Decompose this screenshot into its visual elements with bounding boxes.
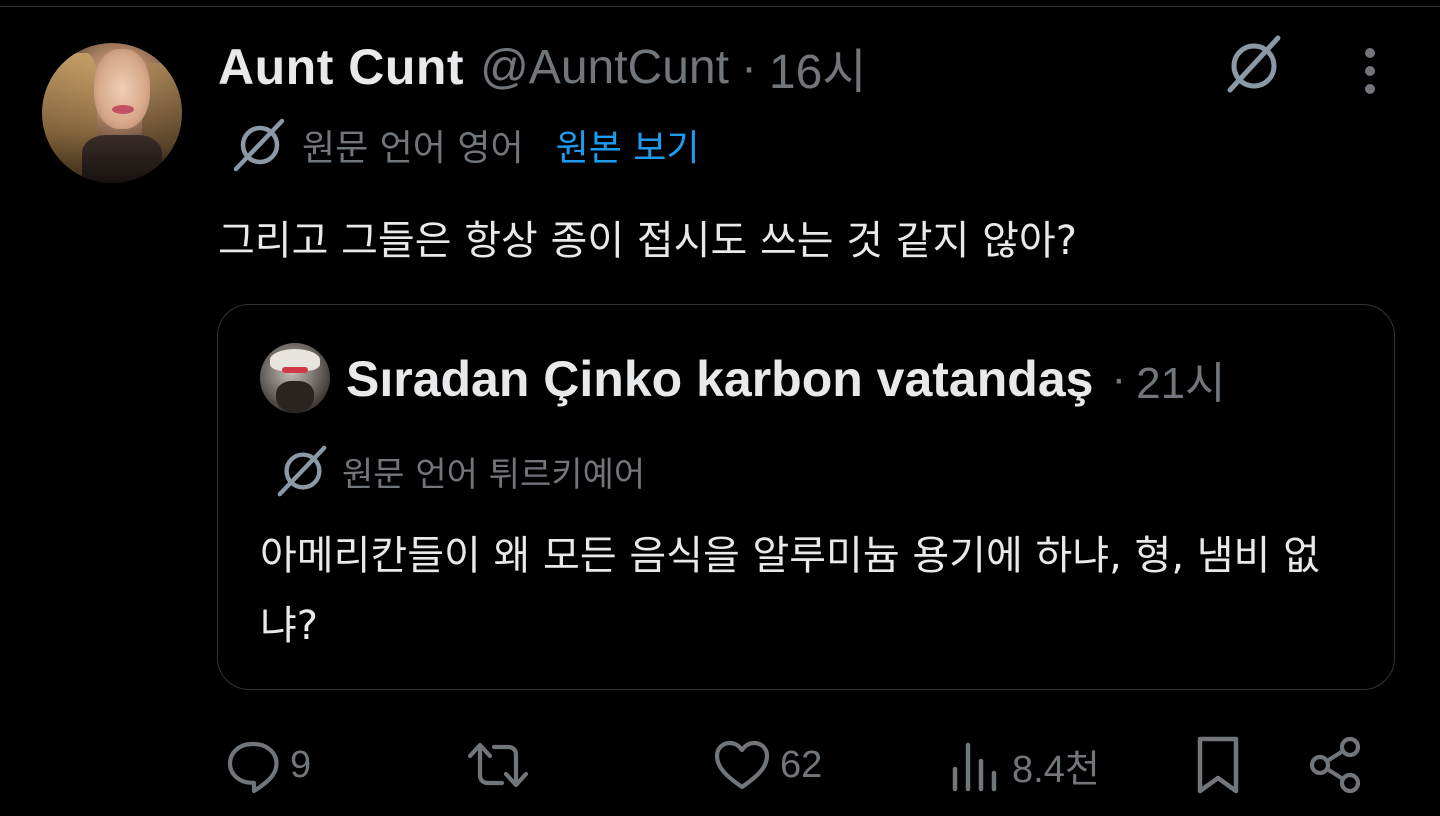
bookmark-button[interactable] [1192,730,1244,800]
views-button[interactable]: 8.4천 [948,730,1100,800]
show-original-link[interactable]: 원본 보기 [556,119,700,171]
translation-info: 원문 언어 영어 원본 보기 [230,116,700,174]
reply-count: 9 [290,743,312,786]
separator-dot: · [1111,354,1127,403]
tweet-timestamp[interactable]: 16시 [769,32,867,102]
quoted-author-avatar[interactable] [260,343,330,413]
reply-icon [227,741,279,794]
like-button[interactable]: 62 [712,730,822,800]
translate-icon [233,118,285,172]
translate-icon [1227,35,1281,93]
top-divider [0,6,1440,7]
tweet-text: 그리고 그들은 항상 종이 접시도 쓰는 것 같지 않아? [218,218,1077,264]
author-display-name[interactable]: Aunt Cunt [218,38,464,96]
retweet-icon [467,742,529,788]
reply-button[interactable]: 9 [222,730,311,800]
more-icon [1365,48,1375,94]
share-button[interactable] [1306,730,1366,800]
more-options-button[interactable] [1346,46,1394,98]
source-language-label: 원문 언어 영어 [302,128,524,169]
views-count: 8.4천 [1012,748,1100,791]
translate-button[interactable] [1222,34,1286,94]
tweet-action-bar: 9 62 8.4천 [0,730,1440,800]
share-icon [1309,736,1361,794]
quoted-author-display-name[interactable]: Sıradan Çinko karbon vatandaş [346,350,1093,408]
like-count: 62 [780,743,823,786]
quoted-tweet-timestamp[interactable]: 21시 [1136,347,1225,411]
quoted-tweet-header: Sıradan Çinko karbon vatandaş · 21시 [346,349,1226,409]
views-icon [952,742,997,792]
quoted-translation-info: 원문 언어 튀르키예어 [274,443,645,499]
heart-icon [714,740,770,790]
tweet-header: Aunt Cunt @AuntCunt · 16시 [218,36,866,99]
quoted-tweet-text: 아메리칸들이 왜 모든 음식을 알루미늄 용기에 하냐, 형, 냄비 없냐? [260,533,1320,649]
author-handle[interactable]: @AuntCunt [480,40,729,95]
retweet-button[interactable] [464,730,540,800]
quoted-tweet-card[interactable]: Sıradan Çinko karbon vatandaş · 21시 원문 언… [217,304,1395,690]
quoted-source-language-label: 원문 언어 튀르키예어 [342,454,646,495]
bookmark-icon [1197,736,1239,794]
translate-icon [277,445,327,497]
separator-dot: · [740,40,757,94]
author-avatar[interactable] [42,43,182,183]
